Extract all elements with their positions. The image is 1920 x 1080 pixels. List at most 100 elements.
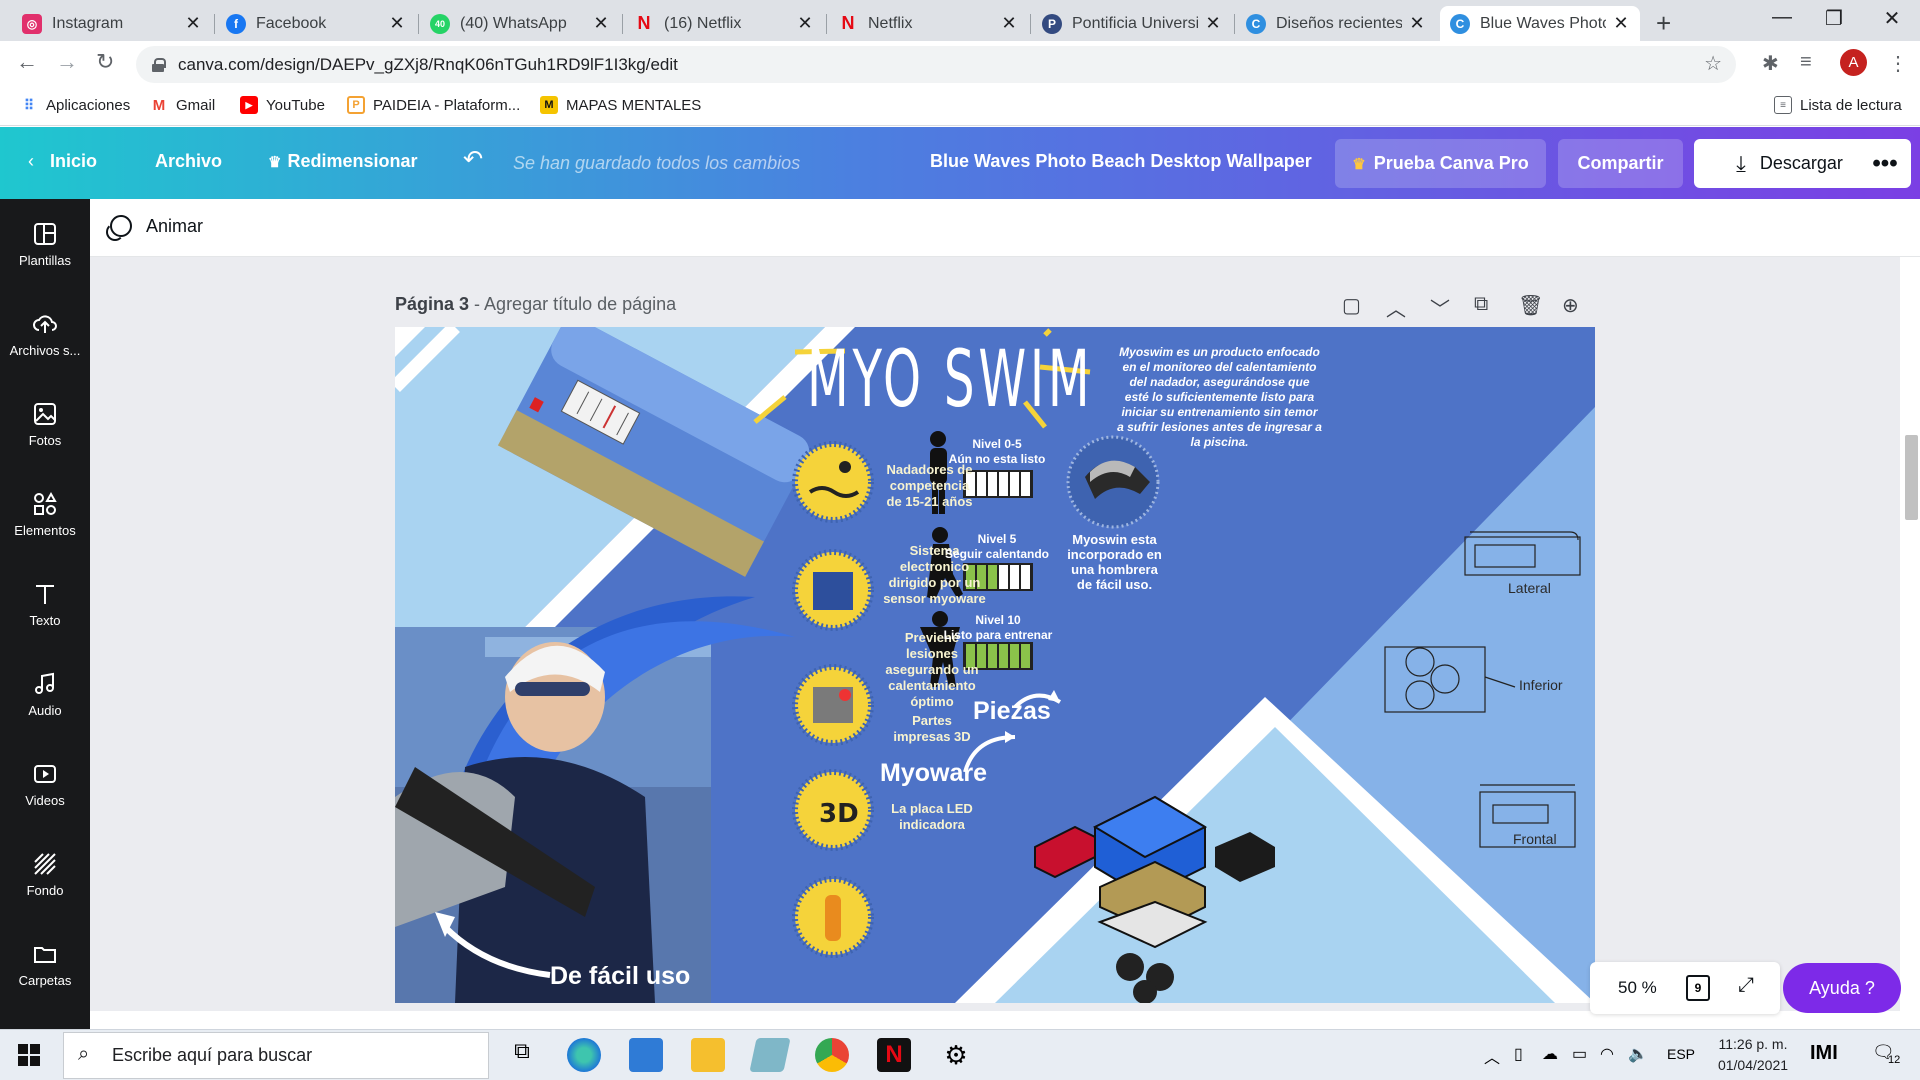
tab-facebook[interactable]: f Facebook ✕ <box>216 6 416 41</box>
back-button[interactable]: ← <box>16 49 38 75</box>
design-title[interactable]: Blue Waves Photo Beach Desktop Wallpaper <box>930 151 1312 172</box>
reading-list-button[interactable]: ≡ Lista de lectura <box>1774 96 1902 114</box>
browser-menu-icon[interactable]: ⋮ <box>1888 51 1908 76</box>
bookmark-star-icon[interactable]: ☆ <box>1704 51 1722 76</box>
easy-use-label[interactable]: De fácil uso <box>550 962 690 991</box>
mail-icon[interactable] <box>629 1038 663 1072</box>
tray-chevron-up-icon[interactable]: ︿ <box>1484 1044 1500 1068</box>
bookmark-paideia[interactable]: P PAIDEIA - Plataform... <box>347 96 520 114</box>
wifi-icon[interactable]: ◠ <box>1600 1044 1614 1064</box>
page-label[interactable]: Página 3 - Agregar título de página <box>395 294 676 315</box>
close-icon[interactable]: ✕ <box>1612 13 1630 34</box>
close-icon[interactable]: ✕ <box>184 13 202 34</box>
minimize-button[interactable]: — <box>1752 6 1812 29</box>
design-canvas-page[interactable]: 3D MYO SWIM Myoswim es un producto enfoc… <box>395 327 1595 1003</box>
sidebar-item-background[interactable]: Fondo <box>0 851 90 898</box>
more-options-button[interactable]: ••• <box>1859 139 1911 188</box>
vertical-scroll-thumb[interactable] <box>1905 435 1918 520</box>
bookmark-youtube[interactable]: ▶ YouTube <box>240 96 325 114</box>
help-button[interactable]: Ayuda ? <box>1783 963 1901 1013</box>
bookmark-gmail[interactable]: M Gmail <box>150 96 215 114</box>
myoware-label[interactable]: Myoware <box>880 759 987 788</box>
bookmark-apps[interactable]: ⠿ Aplicaciones <box>20 96 130 114</box>
sidebar-item-uploads[interactable]: Archivos s... <box>0 311 90 358</box>
restore-button[interactable]: ❐ <box>1804 6 1864 31</box>
close-icon[interactable]: ✕ <box>1204 13 1222 34</box>
feature-text-4[interactable]: Partes impresas 3D <box>882 713 982 745</box>
bookmark-mapas-mentales[interactable]: M MAPAS MENTALES <box>540 96 701 114</box>
parts-label[interactable]: Piezas <box>973 697 1051 726</box>
new-tab-button[interactable]: + <box>1656 8 1671 39</box>
sidebar-item-folders[interactable]: Carpetas <box>0 941 90 988</box>
netflix-app-icon[interactable]: N <box>877 1038 911 1072</box>
tab-netflix-16[interactable]: N (16) Netflix ✕ <box>624 6 824 41</box>
notes-app-icon[interactable] <box>749 1038 791 1072</box>
chevron-down-icon[interactable]: ﹀ <box>1430 293 1450 322</box>
url-field[interactable]: canva.com/design/DAEPv_gZXj8/RnqK06nTGuh… <box>136 46 1736 83</box>
windows-start-icon[interactable] <box>18 1044 40 1071</box>
sidebar-item-elements[interactable]: Elementos <box>0 491 90 538</box>
duplicate-page-icon[interactable]: ⧉ <box>1474 293 1488 316</box>
close-icon[interactable]: ✕ <box>1408 13 1426 34</box>
sidebar-item-text[interactable]: Texto <box>0 581 90 628</box>
zoom-level[interactable]: 50 % <box>1618 978 1657 998</box>
close-icon[interactable]: ✕ <box>388 13 406 34</box>
view-frontal-label[interactable]: Frontal <box>1513 831 1557 847</box>
share-button[interactable]: Compartir <box>1558 139 1683 188</box>
close-icon[interactable]: ✕ <box>592 13 610 34</box>
home-button[interactable]: ‹ Inicio <box>28 151 97 172</box>
vertical-scrollbar[interactable] <box>1900 257 1920 1029</box>
infographic-title[interactable]: MYO SWIM <box>807 335 1093 425</box>
volume-icon[interactable]: 🔈 <box>1628 1044 1648 1064</box>
close-icon[interactable]: ✕ <box>796 13 814 34</box>
sidebar-item-videos[interactable]: Videos <box>0 761 90 808</box>
page-title-placeholder[interactable]: Agregar título de página <box>484 294 676 314</box>
view-inferior-label[interactable]: Inferior <box>1519 677 1563 693</box>
resize-button[interactable]: ♛ Redimensionar <box>268 151 418 172</box>
battery-icon[interactable]: ▭ <box>1572 1044 1587 1064</box>
forward-button[interactable]: → <box>56 49 78 75</box>
onedrive-icon[interactable]: ☁ <box>1542 1044 1558 1064</box>
try-pro-button[interactable]: ♛ Prueba Canva Pro <box>1335 139 1546 188</box>
task-view-icon[interactable]: ⧉ <box>505 1038 539 1072</box>
widget-icon[interactable]: IMI <box>1810 1042 1838 1065</box>
sidebar-item-templates[interactable]: Plantillas <box>0 221 90 268</box>
file-explorer-icon[interactable] <box>691 1038 725 1072</box>
sidebar-item-audio[interactable]: Audio <box>0 671 90 718</box>
tray-device-icon[interactable]: ▯ <box>1514 1044 1523 1064</box>
file-menu[interactable]: Archivo <box>155 151 222 172</box>
edge-icon[interactable] <box>567 1038 601 1072</box>
page-notes-icon[interactable]: ▢ <box>1342 293 1361 318</box>
chevron-up-icon[interactable]: ︿ <box>1386 293 1406 322</box>
feature-text-5[interactable]: La placa LED indicadora <box>882 801 982 833</box>
add-page-icon[interactable]: ⊕ <box>1562 293 1579 318</box>
infographic-description[interactable]: Myoswim es un producto enfocado en el mo… <box>1117 345 1322 450</box>
profile-avatar[interactable]: A <box>1840 49 1867 76</box>
media-queue-icon[interactable]: ≡ <box>1800 51 1812 74</box>
tab-disenos-recientes[interactable]: C Diseños recientes ✕ <box>1236 6 1436 41</box>
close-window-button[interactable]: ✕ <box>1862 6 1920 31</box>
level-5-label[interactable]: Nivel 5 Seguir calentando <box>942 532 1052 562</box>
shoulder-note[interactable]: Myoswin esta incorporado en una hombrera… <box>1067 532 1162 592</box>
tab-netflix[interactable]: N Netflix ✕ <box>828 6 1028 41</box>
undo-icon[interactable]: ↶ <box>463 145 483 174</box>
taskbar-search[interactable]: ⌕ Escribe aquí para buscar <box>63 1032 489 1079</box>
tab-pontificia[interactable]: P Pontificia Universid ✕ <box>1032 6 1232 41</box>
tab-blue-waves-active[interactable]: C Blue Waves Photo ✕ <box>1440 6 1640 41</box>
sidebar-item-photos[interactable]: Fotos <box>0 401 90 448</box>
fullscreen-icon[interactable]: ⤢ <box>1738 974 1754 997</box>
download-button[interactable]: ⤓ Descargar <box>1694 139 1885 188</box>
reload-button[interactable]: ↻ <box>96 49 114 75</box>
settings-gear-icon[interactable]: ⚙ <box>939 1038 973 1072</box>
feature-text-1[interactable]: Nadadores de competencia de 15-21 años <box>882 462 977 510</box>
taskbar-clock[interactable]: 11:26 p. m. 01/04/2021 <box>1710 1034 1796 1076</box>
page-count-button[interactable]: 9 <box>1686 975 1710 1001</box>
close-icon[interactable]: ✕ <box>1000 13 1018 34</box>
animate-button[interactable]: Animar <box>106 215 203 241</box>
language-indicator[interactable]: ESP <box>1667 1046 1695 1062</box>
view-lateral-label[interactable]: Lateral <box>1508 580 1551 596</box>
level-0-5-label[interactable]: Nivel 0-5 Aún no esta listo <box>942 437 1052 467</box>
tab-whatsapp[interactable]: 40 (40) WhatsApp ✕ <box>420 6 620 41</box>
chrome-icon[interactable] <box>815 1038 849 1072</box>
level-10-label[interactable]: Nivel 10 Listo para entrenar <box>939 613 1057 643</box>
